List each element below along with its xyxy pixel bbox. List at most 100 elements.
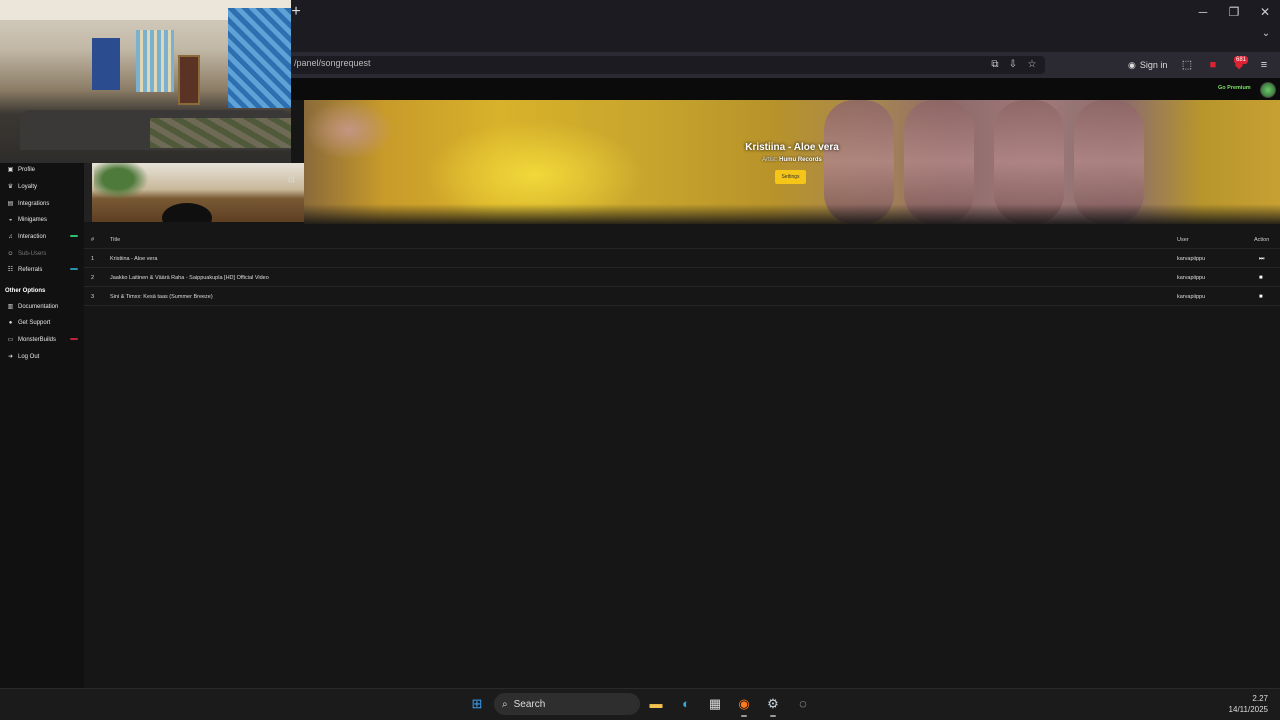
sidebar-item-label: Sub-Users (18, 251, 47, 257)
support-icon: ● (8, 319, 13, 326)
picture-in-picture-icon[interactable]: ⧉ (988, 58, 1002, 72)
now-playing-artist: Artist: Humu Records (304, 157, 1280, 163)
sidebar-item-log-out[interactable]: ➜ Log Out (0, 350, 84, 364)
url-text[interactable]: /panel/songrequest (294, 58, 371, 68)
clock-date: 14/11/2025 (1228, 705, 1268, 714)
row-user: karvapiippu (1177, 256, 1206, 262)
row-title: Jaakko Laitinen & Väärä Raha - Saippuaku… (110, 275, 269, 281)
sidebar-item-referrals[interactable]: ☷ Referrals (0, 263, 84, 277)
music-icon: ♫ (8, 233, 13, 240)
bookmark-star-icon[interactable]: ☆ (1025, 58, 1039, 72)
row-title: Kristiina - Aloe vera (110, 256, 158, 262)
book-icon: ▥ (7, 303, 14, 310)
tag (70, 338, 78, 340)
sidebar-item-loyalty[interactable]: ♛ Loyalty (0, 180, 84, 194)
sidebar-item-label: Integrations (18, 201, 50, 207)
logout-icon: ➜ (7, 353, 14, 360)
sidebar-item-label: Referrals (18, 267, 43, 273)
row-user: karvapiippu (1177, 294, 1206, 300)
minimize-button[interactable]: ─ (1188, 2, 1218, 22)
save-page-icon[interactable]: ⇩ (1006, 58, 1020, 72)
extensions-icon[interactable]: ⬚ (1179, 57, 1195, 73)
search-icon: ⌕ (502, 698, 508, 710)
sidebar-item-label: Interaction (18, 234, 47, 240)
sidebar: ▣ Profile ♛ Loyalty ▤ Integrations ◒ Min… (0, 163, 84, 688)
eyedropper-icon: ⊡ (288, 175, 295, 184)
list-all-tabs-button[interactable]: ⌄ (1258, 28, 1274, 44)
row-user: karvapiippu (1177, 275, 1206, 281)
restore-button[interactable]: ❐ (1219, 2, 1249, 22)
monitor-icon: ▭ (7, 336, 14, 343)
row-number: 3 (91, 294, 95, 300)
now-playing-banner: Kristiina - Aloe vera Artist: Humu Recor… (304, 100, 1280, 224)
sidebar-item-integrations[interactable]: ▤ Integrations (0, 197, 84, 211)
table-row: 1 Kristiina - Aloe vera karvapiippu ⏭ (84, 249, 1280, 268)
row-title: Sini & Timxx: Kesä taas (Summer Breeze) (110, 294, 213, 300)
sidebar-item-label: MonsterBuilds (18, 337, 57, 343)
sidebar-item-label: Profile (18, 167, 36, 173)
extension-badge-count: 681 (1234, 56, 1249, 64)
sidebar-item-sub-users[interactable]: ☺ Sub-Users (0, 247, 84, 261)
search-label: Search (513, 698, 546, 710)
sidebar-item-get-support[interactable]: ● Get Support (0, 316, 84, 330)
store-icon[interactable]: ▦ (705, 694, 725, 714)
menu-icon[interactable]: ≡ (1256, 57, 1272, 73)
artist-label: Artist: (762, 157, 778, 163)
sidebar-item-label: Minigames (18, 217, 48, 223)
header-title: Title (110, 237, 121, 243)
delete-icon[interactable]: ■ (1259, 275, 1263, 281)
go-premium-link[interactable]: Go Premium (1218, 85, 1251, 91)
sidebar-item-profile[interactable]: ▣ Profile (0, 163, 84, 177)
sidebar-item-documentation[interactable]: ▥ Documentation (0, 300, 84, 314)
start-windows-icon[interactable]: ⊞ (467, 694, 487, 714)
sign-in-button[interactable]: ◉ Sign in (1128, 58, 1167, 72)
sign-in-label: Sign in (1139, 60, 1168, 70)
trophy-icon: ♛ (7, 183, 14, 190)
artist-name: Humu Records (779, 157, 822, 163)
sidebar-item-label: Loyalty (18, 184, 38, 190)
integrations-icon: ▤ (7, 200, 14, 207)
sidebar-item-monsterbuilds[interactable]: ▭ MonsterBuilds (0, 333, 84, 347)
address-bar[interactable]: /panel/songrequest (290, 56, 1045, 74)
firefox-icon[interactable]: ◉ (734, 694, 754, 714)
table-row: 3 Sini & Timxx: Kesä taas (Summer Breeze… (84, 287, 1280, 306)
system-clock[interactable]: 2.27 14/11/2025 (1229, 693, 1268, 715)
clock-time: 2.27 (1252, 694, 1268, 703)
sidebar-item-label: Get Support (18, 320, 51, 326)
referrals-icon: ☷ (7, 266, 14, 273)
gamepad-icon: ◒ (8, 216, 13, 223)
sidebar-item-label: Log Out (18, 354, 40, 360)
header-number: # (91, 237, 95, 243)
tag (70, 268, 78, 270)
running-app-indicator (770, 715, 776, 717)
user-avatar[interactable] (1260, 82, 1276, 98)
delete-icon[interactable]: ■ (1259, 294, 1263, 300)
row-number: 2 (91, 275, 95, 281)
edge-browser-icon[interactable]: ◐ (676, 694, 696, 714)
other-options-heading: Other Options (5, 288, 46, 294)
table-header-row: # Title User Action (84, 230, 1280, 249)
profile-icon: ▣ (7, 166, 14, 173)
new-tag (70, 235, 78, 237)
steam-icon[interactable]: ⚙ (763, 694, 783, 714)
sidebar-item-label: Documentation (18, 304, 59, 310)
sidebar-item-interaction[interactable]: ♫ Interaction (0, 230, 84, 244)
header-user: User (1177, 237, 1189, 243)
taskbar-search[interactable]: ⌕ Search (494, 693, 640, 715)
extension-red-icon[interactable]: ■ (1205, 57, 1221, 73)
account-icon: ◉ (1128, 59, 1136, 70)
taskbar (0, 688, 1280, 720)
close-window-button[interactable]: ✕ (1250, 2, 1280, 22)
active-app-indicator (741, 715, 747, 717)
table-row: 2 Jaakko Laitinen & Väärä Raha - Saippua… (84, 268, 1280, 287)
users-icon: ☺ (7, 250, 14, 257)
sidebar-item-minigames[interactable]: ◒ Minigames (0, 213, 84, 227)
header-action: Action (1254, 237, 1270, 243)
play-next-icon[interactable]: ⏭ (1259, 256, 1264, 263)
webcam-overlay-room (0, 0, 291, 163)
file-explorer-icon[interactable]: ▬ (646, 694, 666, 714)
now-playing-title: Kristiina - Aloe vera (745, 142, 839, 153)
app-icon[interactable]: ◌ (793, 694, 813, 714)
settings-button[interactable]: Settings (775, 170, 806, 184)
row-number: 1 (91, 256, 95, 262)
